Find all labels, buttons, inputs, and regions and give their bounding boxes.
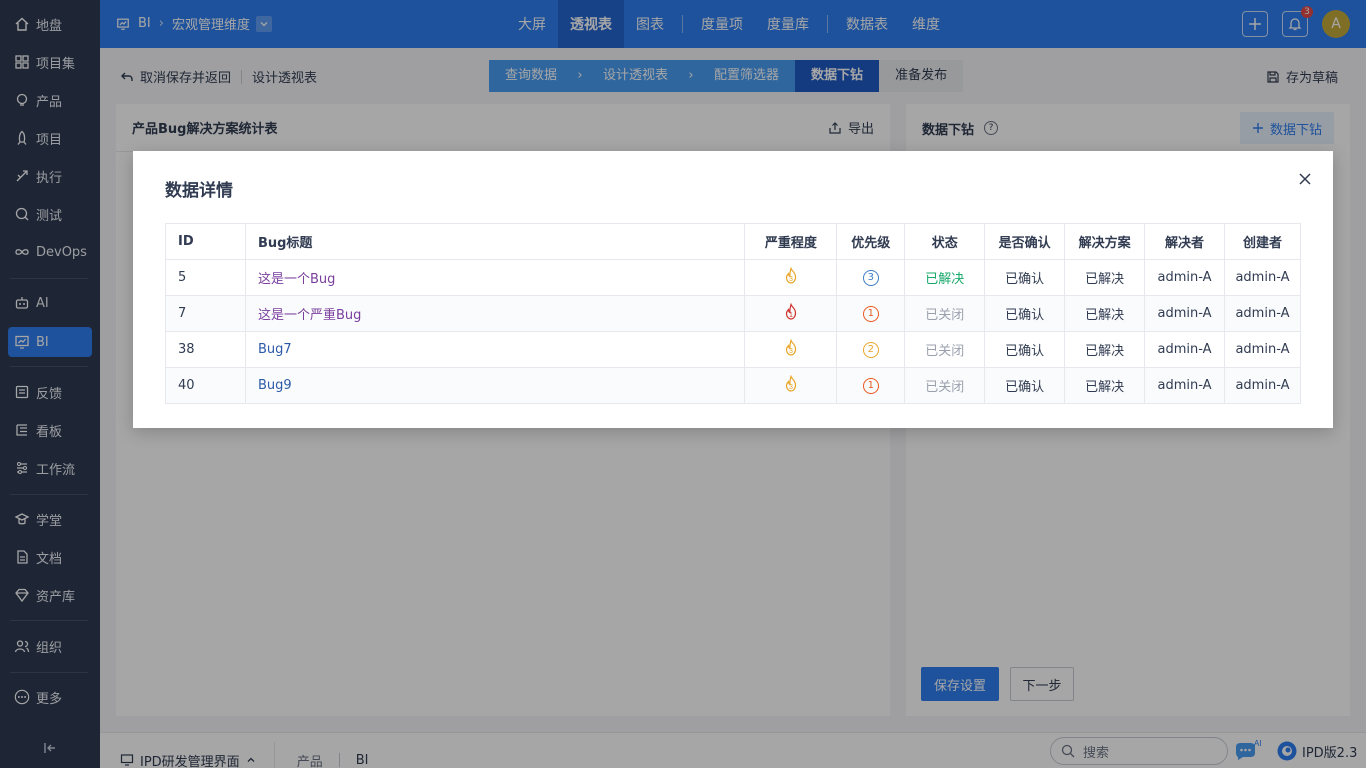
cell-confirmed: 已确认 <box>984 259 1066 296</box>
cell-status: 已关闭 <box>904 367 986 404</box>
cell-resolution: 已解决 <box>1064 259 1146 296</box>
detail-table: ID Bug标题 严重程度 优先级 状态 是否确认 解决方案 解决者 创建者 5… <box>165 223 1302 404</box>
cell-confirmed: 已确认 <box>984 331 1066 368</box>
column-header-resolution[interactable]: 解决方案 <box>1064 223 1146 260</box>
column-header-resolver[interactable]: 解决者 <box>1144 223 1225 260</box>
modal-title: 数据详情 <box>165 181 233 201</box>
bug-title-link[interactable]: 这是一个严重Bug <box>258 308 361 323</box>
cell-resolution: 已解决 <box>1064 331 1146 368</box>
cell-resolution: 已解决 <box>1064 367 1146 404</box>
data-detail-modal: 数据详情 ID Bug标题 严重程度 优先级 状态 是否确认 解决方案 解决者 … <box>133 151 1333 428</box>
cell-id: 7 <box>165 295 246 332</box>
cell-creator: admin-A <box>1224 259 1302 296</box>
cell-creator: admin-A <box>1224 331 1302 368</box>
cell-status: 已解决 <box>904 259 986 296</box>
priority-badge: 1 <box>862 305 879 322</box>
table-row: 5 这是一个Bug 3 3 已解决 已确认 已解决 admin-A admin-… <box>165 259 1302 296</box>
cell-id: 40 <box>165 367 246 404</box>
cell-id: 38 <box>165 331 246 368</box>
column-header-confirmed[interactable]: 是否确认 <box>984 223 1066 260</box>
column-header-status[interactable]: 状态 <box>904 223 986 260</box>
severity-value: 1 <box>789 312 793 319</box>
severity-flame-icon: 1 <box>785 302 796 320</box>
table-row: 40 Bug9 3 1 已关闭 已确认 已解决 admin-A admin-A <box>165 367 1302 404</box>
table-header-row: ID Bug标题 严重程度 优先级 状态 是否确认 解决方案 解决者 创建者 <box>165 223 1302 260</box>
severity-flame-icon: 3 <box>785 374 796 392</box>
table-row: 7 这是一个严重Bug 1 1 已关闭 已确认 已解决 admin-A admi… <box>165 295 1302 332</box>
bug-title-link[interactable]: Bug9 <box>258 378 292 393</box>
cell-status: 已关闭 <box>904 331 986 368</box>
severity-value: 3 <box>789 276 793 283</box>
severity-flame-icon: 3 <box>785 266 796 284</box>
cell-resolver: admin-A <box>1144 259 1225 296</box>
column-header-severity[interactable]: 严重程度 <box>744 223 838 260</box>
column-header-priority[interactable]: 优先级 <box>836 223 906 260</box>
severity-value: 3 <box>789 348 793 355</box>
column-header-creator[interactable]: 创建者 <box>1224 223 1302 260</box>
cell-id: 5 <box>165 259 246 296</box>
priority-badge: 3 <box>862 269 879 286</box>
priority-badge: 1 <box>862 377 879 394</box>
cell-status: 已关闭 <box>904 295 986 332</box>
close-icon[interactable] <box>1297 171 1313 187</box>
cell-resolver: admin-A <box>1144 295 1225 332</box>
severity-value: 3 <box>789 384 793 391</box>
table-row: 38 Bug7 3 2 已关闭 已确认 已解决 admin-A admin-A <box>165 331 1302 368</box>
cell-creator: admin-A <box>1224 367 1302 404</box>
cell-resolution: 已解决 <box>1064 295 1146 332</box>
cell-resolver: admin-A <box>1144 331 1225 368</box>
cell-confirmed: 已确认 <box>984 367 1066 404</box>
severity-flame-icon: 3 <box>785 338 796 356</box>
bug-title-link[interactable]: 这是一个Bug <box>258 272 335 287</box>
column-header-title[interactable]: Bug标题 <box>245 223 746 260</box>
cell-creator: admin-A <box>1224 295 1302 332</box>
cell-confirmed: 已确认 <box>984 295 1066 332</box>
cell-resolver: admin-A <box>1144 367 1225 404</box>
priority-badge: 2 <box>862 341 879 358</box>
column-header-id[interactable]: ID <box>165 223 246 260</box>
bug-title-link[interactable]: Bug7 <box>258 342 292 357</box>
